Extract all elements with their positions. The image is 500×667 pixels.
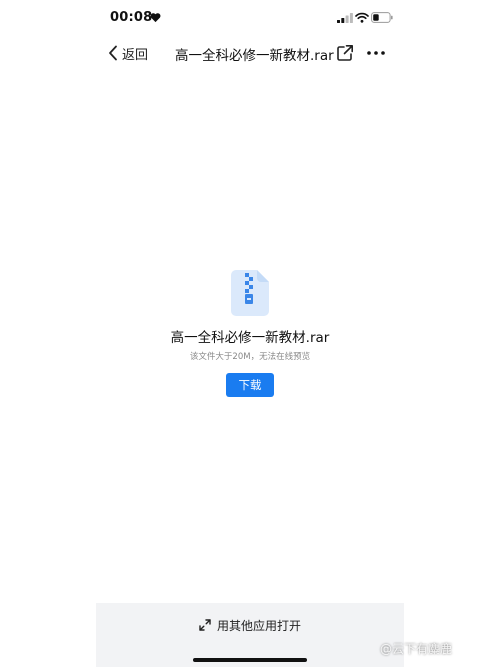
chevron-left-icon [109,45,117,61]
status-bar: 00:08 [0,0,500,36]
download-button[interactable]: 下载 [226,373,274,397]
open-with-label: 用其他应用打开 [216,618,301,633]
file-preview-screen: 00:08 返回 高一全科必修一新教材.rar 高一全科必修一新教材.rar 该… [0,0,500,667]
watermark: @云下有麋鹿 [380,642,453,656]
signal-icon [337,13,353,23]
file-name: 高一全科必修一新教材.rar [170,330,330,346]
status-time: 00:08 [110,10,153,25]
battery-icon [371,12,393,23]
wifi-icon [355,12,369,23]
more-icon[interactable] [366,44,386,62]
share-icon[interactable] [336,44,354,62]
zip-file-icon [231,270,269,316]
expand-icon [199,619,211,631]
bottom-action-bar: 用其他应用打开 [96,603,404,667]
page-title: 高一全科必修一新教材.rar [175,48,334,64]
open-with-other-app-button[interactable]: 用其他应用打开 [96,613,404,637]
back-label: 返回 [122,47,149,63]
navigation-bar: 返回 高一全科必修一新教材.rar [0,36,500,70]
file-size-note: 该文件大于20M，无法在线预览 [189,352,311,362]
home-indicator [193,658,307,662]
heart-icon [150,13,161,23]
back-button[interactable]: 返回 [108,42,148,64]
